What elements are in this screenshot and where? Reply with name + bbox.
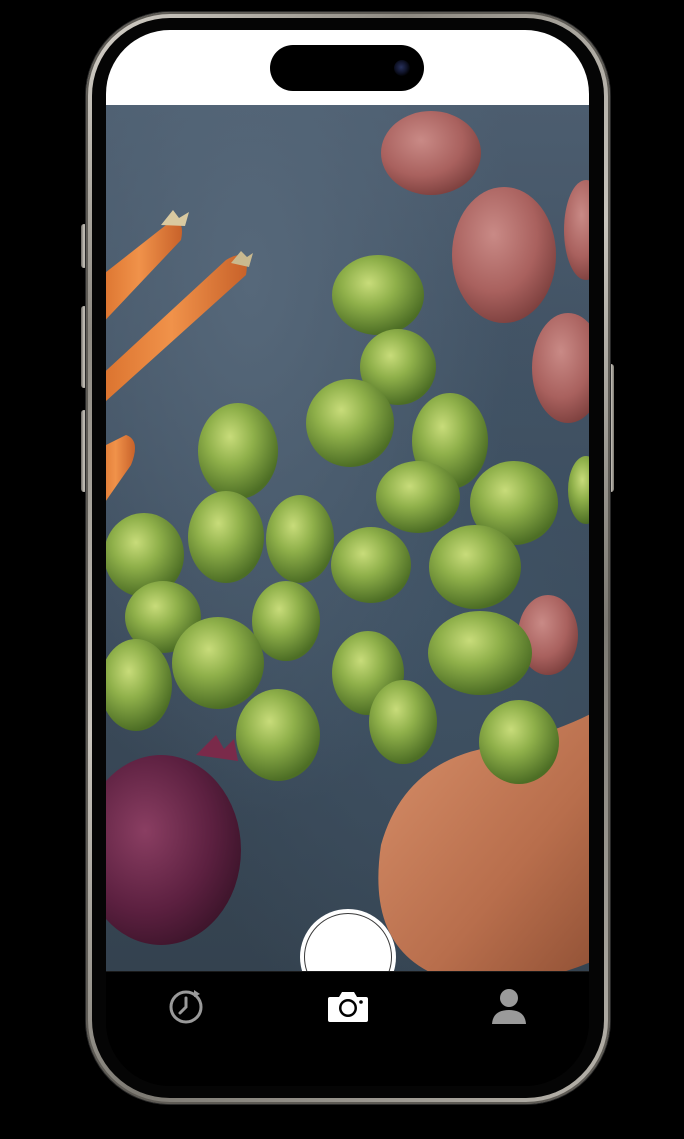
camera-viewfinder[interactable]: [106, 105, 589, 971]
history-clock-icon: [169, 990, 203, 1024]
vegetables-scene: [106, 111, 589, 971]
tab-bar: [106, 971, 589, 1086]
tab-profile[interactable]: [479, 984, 539, 1028]
device-mockup: [0, 0, 684, 1139]
red-onion: [106, 735, 241, 945]
front-camera-icon: [394, 60, 410, 76]
status-bar: [106, 30, 589, 105]
tab-history[interactable]: [156, 984, 216, 1028]
dynamic-island: [270, 45, 424, 91]
person-icon: [492, 989, 526, 1024]
camera-icon: [328, 992, 368, 1022]
phone-screen: [106, 30, 589, 1086]
tab-camera[interactable]: [318, 984, 378, 1028]
shutter-ring: [304, 913, 392, 971]
